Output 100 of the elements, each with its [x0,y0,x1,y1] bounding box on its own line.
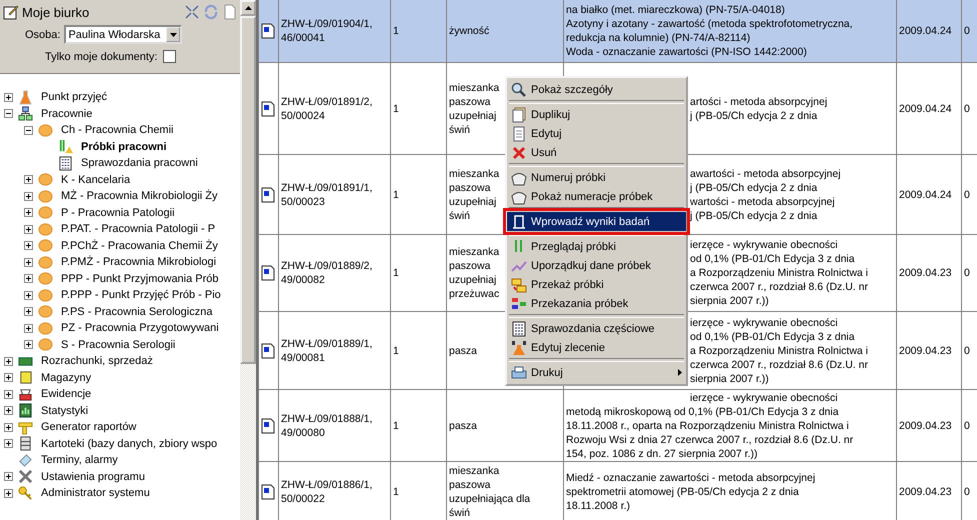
table-row[interactable]: ZHW-Ł/09/01886/1, 50/00022 1 mieszanka paszowa uzupełniająca dla świń Miedź - oznaczanie zawartości - metoda absorpcyjnej spektrometrii atomowej (PB-05/Ch edycja 2 z dnia 18.11.2008 r.) 2009.04.23 0 [258,462,977,520]
table-cell: 1 [390,62,446,154]
tree-item[interactable]: PZ - Pracownia Przygotowywani [61,322,219,334]
tree-item[interactable]: Statystyki [41,404,88,417]
expander-icon[interactable] [24,324,33,333]
dropdown-arrow-icon[interactable] [170,32,177,36]
desk-icon [3,4,19,20]
expander-icon[interactable] [4,373,13,382]
table-cell: na białko (met. miareczkowa) (PN-75/A-04018) Azotyny i azotany - zawartość (metoda spektrofotometryczna, redukcja na kolumnie) (PN-74/A-82114) Woda - oznaczanie zawartości (PN-ISO 1442:2000) [564,0,896,62]
table-row[interactable] [258,0,977,62]
tree-item[interactable]: Punkt przyjęć [41,91,108,104]
circle-icon [38,222,53,237]
close-icon [511,144,527,160]
expander-icon[interactable] [24,241,33,250]
table-cell: pasza [446,390,564,462]
table-cell: 1 [390,312,446,390]
person-dropdown[interactable]: Paulina Włodarska [64,25,182,44]
tree-item[interactable]: P.PAT. - Pracownia Patologii - P [61,223,216,236]
expander-icon[interactable] [24,290,33,300]
table-cell: Miedź - oznaczanie zawartości - metoda absorpcyjnej spektrometrii atomowej (PB-05/Ch edycja 2 z dnia 18.11.2008 r.) [564,462,896,520]
expander-icon[interactable] [4,109,13,118]
scroll-up-arrow-icon[interactable] [244,6,252,10]
tree-item[interactable]: Ustawienia programu [41,470,145,483]
menu-item[interactable]: Wprowadź wyniki badań [507,212,686,231]
tree-item[interactable]: P.PPP - Punkt Przyjęć Prób - Pio [61,289,221,302]
circle-icon [38,320,53,336]
table-cell: 2009.04.23 [896,234,962,312]
document-icon [261,484,275,500]
expander-icon[interactable] [24,274,33,284]
table-cell: ZHW-Ł/09/01891/1, 50/00023 [278,154,390,234]
table-cell: ZHW-Ł/09/01888/1, 49/00080 [278,390,390,462]
list-icon [511,320,527,336]
circle-icon [38,254,53,270]
tree-item[interactable]: PPP - Punkt Przyjmowania Prób [61,272,219,285]
tree-item[interactable]: Generator raportów [41,421,136,434]
network-icon [18,106,33,122]
table-cell: 1 [390,390,446,462]
scrollbar[interactable] [240,0,256,520]
copy-icon [511,106,527,122]
table-cell: 2009.04.24 [896,154,962,234]
cabinet-icon [18,436,33,452]
tree-item[interactable]: P - Pracownia Patologii [61,206,175,219]
tree-item[interactable]: Pracownie [41,108,92,120]
expander-icon[interactable] [24,126,33,135]
tree-item[interactable]: Rozrachunki, sprzedaż [41,355,153,368]
expander-icon[interactable] [24,340,33,350]
table-cell: 1 [390,462,446,520]
expander-icon[interactable] [4,406,13,416]
expander-icon[interactable] [24,224,33,234]
new-document-icon[interactable] [222,4,238,20]
circle-icon [38,337,53,352]
table-cell: 2009.04.24 [896,0,962,62]
tree-item[interactable]: S - Pracownia Serologii [61,338,176,351]
tree-item[interactable]: K - Kancelaria [61,174,130,186]
circle-icon [38,271,53,286]
expander-icon[interactable] [24,175,33,184]
expander-icon[interactable] [4,356,13,366]
tree-item[interactable]: Ch - Pracownia Chemii [61,124,174,136]
tree-item[interactable]: Terminy, alarmy [41,454,118,466]
document-icon [261,100,275,116]
expander-icon[interactable] [4,488,13,498]
expander-icon[interactable] [24,307,33,316]
table-row[interactable] [258,390,977,462]
tree-item[interactable]: P.PChŻ - Pracowania Chemii Ży [61,240,218,252]
document-icon [261,342,275,358]
expander-icon[interactable] [4,472,13,482]
expander-icon[interactable] [4,439,13,448]
expander-icon[interactable] [24,208,33,218]
expander-icon[interactable] [4,422,13,432]
tree-item[interactable]: Sprawozdania pracowni [81,157,198,170]
tree-item[interactable]: P.PMŻ - Pracownia Mikrobiologi [61,256,216,268]
expander-icon[interactable] [24,192,33,201]
circle-icon [38,172,53,188]
exchange-icon [511,276,527,292]
tree-item[interactable]: Administrator systemu [41,487,150,500]
tree-item[interactable]: Magazyny [41,372,92,384]
tree-item[interactable]: Ewidencje [41,388,92,400]
only-mine-label: Tylko moje dokumenty: [45,50,158,62]
circle-icon [38,122,53,138]
tree-item[interactable]: P.PS - Pracownia Serologiczna [61,306,212,318]
expander-icon[interactable] [4,390,13,399]
collapse-icon[interactable] [184,4,200,20]
table-cell: ZHW-Ł/09/01891/2, 50/00024 [278,62,390,154]
table-cell: mieszanka paszowa uzupełniająca dla świń [446,462,564,520]
tree-item[interactable]: Próbki pracowni [81,140,167,153]
checkbox[interactable] [162,50,176,63]
box-icon [18,370,33,386]
circle-icon [38,205,53,220]
table-cell: 1 [390,0,446,62]
expander-icon[interactable] [24,258,33,267]
expander-icon[interactable] [4,92,13,102]
printer-icon [511,364,527,380]
flask-icon [511,340,527,356]
tree-item[interactable]: Kartoteki (bazy danych, zbiory wspo [41,438,218,450]
search-icon [511,82,527,98]
tree-item[interactable]: MŻ - Pracownia Mikrobiologii Ży [61,190,218,202]
list-icon [58,156,73,171]
circle-icon [38,304,53,320]
key-icon [18,486,33,501]
table-cell: ZHW-Ł/09/01889/2, 49/00082 [278,234,390,312]
